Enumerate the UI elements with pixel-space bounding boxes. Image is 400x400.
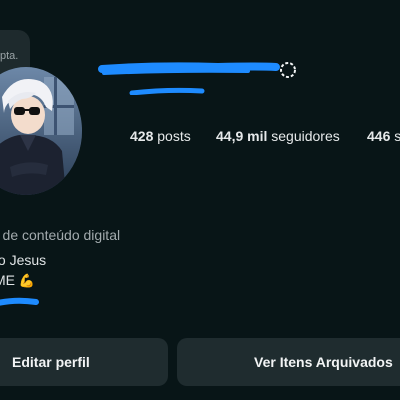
followers-count: 44,9 mil xyxy=(216,128,268,144)
posts-label: posts xyxy=(157,128,191,144)
bio-line-text: ME xyxy=(0,272,15,288)
username-redacted xyxy=(98,55,298,95)
redaction-scribble-icon xyxy=(98,62,296,95)
edit-profile-label: Editar perfil xyxy=(12,354,90,370)
followers-label: seguidores xyxy=(271,128,340,144)
stat-posts[interactable]: 428 posts xyxy=(130,128,191,144)
flexed-biceps-icon: 💪 xyxy=(18,273,36,288)
bio-line: to Jesus xyxy=(0,252,47,268)
following-count: 446 xyxy=(367,128,391,144)
posts-count: 428 xyxy=(130,128,154,144)
stat-following[interactable]: 446 s xyxy=(367,128,400,144)
avatar-image xyxy=(0,67,82,195)
archived-items-button[interactable]: Ver Itens Arquivados xyxy=(177,338,400,386)
redaction-scribble-icon xyxy=(0,297,39,306)
bio-line: ME 💪 xyxy=(0,272,35,289)
bio-category: ) de conteúdo digital xyxy=(0,227,121,243)
profile-screen: pta. 428 posts 44,9 mil seguidores 446 s… xyxy=(0,0,400,400)
archived-items-label: Ver Itens Arquivados xyxy=(254,354,393,370)
note-text: pta. xyxy=(0,50,19,62)
bio-link-redacted[interactable] xyxy=(0,293,40,311)
avatar[interactable] xyxy=(0,67,82,195)
following-label: s xyxy=(394,128,400,144)
edit-profile-button[interactable]: Editar perfil xyxy=(0,338,168,386)
stat-followers[interactable]: 44,9 mil seguidores xyxy=(216,128,340,144)
